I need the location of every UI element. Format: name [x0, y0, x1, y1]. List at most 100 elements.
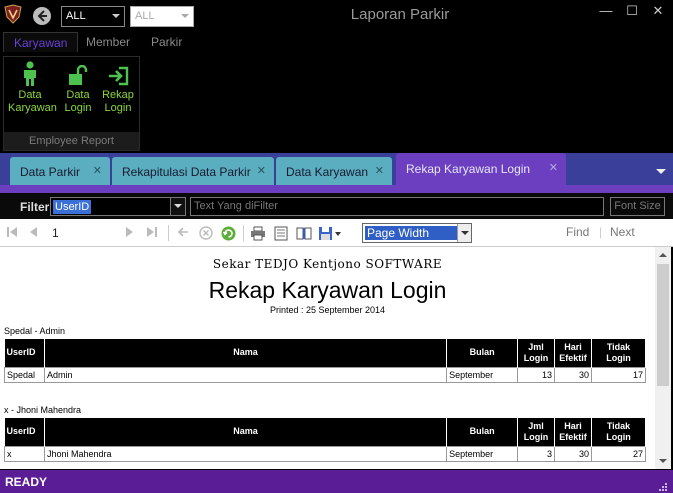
- filter-field-select[interactable]: UserID: [50, 197, 186, 216]
- table-header-row: UserID Nama Bulan Jml Login Hari Efektif…: [4, 339, 646, 367]
- tab-rekap-karyawan-login[interactable]: Rekap Karyawan Login ✕: [396, 153, 566, 185]
- document-tab-strip: Data Parkir ✕ Rekapitulasi Data Parkir ✕…: [0, 153, 673, 185]
- first-page-icon[interactable]: [6, 226, 18, 241]
- table-header-row: UserID Nama Bulan Jml Login Hari Efektif…: [4, 418, 646, 446]
- toolbar-divider: [243, 225, 244, 241]
- column-header-tidak-login: Tidak Login: [591, 339, 646, 367]
- column-header-hari-efektif: Hari Efektif: [554, 339, 593, 367]
- title-bar: ALL ALL Laporan Parkir — ☐ ✕: [0, 0, 673, 30]
- find-next-button[interactable]: Next: [610, 225, 635, 239]
- rekap-login-button[interactable]: Rekap Login: [96, 59, 140, 115]
- ribbon-group-label: Employee Report: [4, 132, 139, 150]
- cell-tidak-login: 17: [591, 366, 646, 383]
- filter-combo-secondary[interactable]: ALL: [130, 6, 194, 27]
- group-header: x - Jhoni Mahendra: [4, 405, 82, 415]
- button-label-line1: Data: [18, 89, 42, 101]
- zoom-value: Page Width: [365, 226, 457, 240]
- column-header-nama: Nama: [44, 339, 448, 367]
- group-header: Spedal - Admin: [4, 326, 66, 336]
- maximize-button[interactable]: ☐: [620, 3, 644, 23]
- chevron-down-icon[interactable]: [170, 198, 185, 215]
- login-arrow-icon: [96, 59, 140, 87]
- export-save-icon[interactable]: [318, 226, 342, 244]
- window-title: Laporan Parkir: [350, 6, 450, 23]
- column-header-nama: Nama: [44, 418, 448, 446]
- tab-data-parkir[interactable]: Data Parkir ✕: [10, 157, 110, 185]
- font-size-button[interactable]: Font Size: [610, 197, 665, 216]
- previous-page-icon[interactable]: [28, 226, 38, 241]
- column-header-jml-login: Jml Login: [517, 418, 556, 446]
- filter-text-input[interactable]: Text Yang diFilter: [190, 197, 604, 216]
- find-button[interactable]: Find: [566, 225, 589, 239]
- close-icon[interactable]: ✕: [93, 164, 102, 177]
- page-setup-icon[interactable]: [296, 226, 312, 244]
- filter-combo-primary[interactable]: ALL: [61, 6, 125, 27]
- toolbar-divider: [168, 225, 169, 241]
- data-login-button[interactable]: Data Login: [56, 59, 100, 115]
- report-company-name: Sekar TEDJO Kentjono SOFTWARE: [212, 257, 443, 271]
- tab-list-dropdown-icon[interactable]: [656, 169, 666, 174]
- table-row: Spedal Admin September 13 30 17: [4, 366, 646, 383]
- report-printed-date: Printed : 25 September 2014: [269, 305, 386, 315]
- scroll-up-icon[interactable]: [659, 253, 667, 257]
- report-table: UserID Nama Bulan Jml Login Hari Efektif…: [4, 418, 646, 462]
- cell-userid: Spedal: [4, 366, 45, 383]
- close-icon[interactable]: ✕: [257, 164, 266, 177]
- back-to-parent-icon[interactable]: [177, 226, 189, 241]
- report-toolbar: 1 Page Width Find | Next: [0, 219, 673, 247]
- page-number-input[interactable]: 1: [52, 226, 59, 240]
- status-bar: READY: [0, 470, 673, 493]
- scrollbar-thumb[interactable]: [657, 264, 669, 386]
- print-icon[interactable]: [250, 226, 266, 244]
- combo-value: ALL: [135, 10, 155, 22]
- status-text: READY: [5, 475, 48, 489]
- tab-label: Rekap Karyawan Login: [406, 162, 531, 176]
- cell-tidak-login: 27: [591, 445, 646, 462]
- next-page-icon[interactable]: [125, 226, 135, 241]
- chevron-down-icon: [112, 14, 120, 18]
- cell-nama: Jhoni Mahendra: [43, 445, 448, 462]
- report-viewer: Sekar TEDJO Kentjono SOFTWARE Rekap Kary…: [0, 247, 655, 469]
- tab-member[interactable]: Member: [76, 32, 140, 52]
- close-icon[interactable]: ✕: [549, 161, 558, 174]
- cell-bulan: September: [446, 366, 519, 383]
- close-icon[interactable]: ✕: [375, 164, 384, 177]
- cell-hari-efektif: 30: [554, 366, 593, 383]
- table-row: x Jhoni Mahendra September 3 30 27: [4, 445, 646, 462]
- tab-data-karyawan[interactable]: Data Karyawan ✕: [276, 157, 392, 185]
- column-header-bulan: Bulan: [446, 418, 519, 446]
- cell-userid: x: [4, 445, 45, 462]
- app-logo-icon[interactable]: [3, 4, 23, 24]
- page-layout-icon[interactable]: [274, 226, 288, 244]
- tab-rekapitulasi-data-parkir[interactable]: Rekapitulasi Data Parkir ✕: [112, 157, 274, 185]
- stop-icon[interactable]: [199, 226, 213, 243]
- chevron-down-icon[interactable]: [457, 224, 471, 242]
- column-header-bulan: Bulan: [446, 339, 519, 367]
- scroll-down-icon[interactable]: [659, 459, 667, 463]
- column-header-jml-login: Jml Login: [517, 339, 556, 367]
- close-button[interactable]: ✕: [646, 3, 670, 23]
- refresh-icon[interactable]: [221, 226, 236, 244]
- back-arrow-icon[interactable]: [33, 7, 51, 25]
- filter-bar: Filter UserID Text Yang diFilter Font Si…: [0, 185, 673, 219]
- resize-grip-icon[interactable]: [659, 483, 667, 491]
- filter-field-value: UserID: [53, 200, 92, 214]
- report-scrollbar[interactable]: [655, 247, 671, 469]
- tab-label: Data Karyawan: [286, 165, 369, 179]
- chevron-down-icon: [181, 14, 189, 18]
- ribbon-panel: Data Karyawan Data Login Rekap Login Emp…: [0, 52, 673, 153]
- last-page-icon[interactable]: [146, 226, 158, 241]
- minimize-button[interactable]: —: [594, 3, 618, 23]
- cell-jml-login: 13: [517, 366, 556, 383]
- unlock-icon: [56, 59, 100, 87]
- button-label-line1: Rekap: [102, 89, 134, 101]
- data-karyawan-button[interactable]: Data Karyawan: [8, 59, 57, 115]
- column-header-userid: UserID: [4, 339, 45, 367]
- column-header-userid: UserID: [4, 418, 45, 446]
- filter-label: Filter: [20, 200, 50, 214]
- zoom-select[interactable]: Page Width: [362, 223, 472, 243]
- tab-karyawan[interactable]: Karyawan: [3, 32, 79, 52]
- report-table: UserID Nama Bulan Jml Login Hari Efektif…: [4, 339, 646, 383]
- person-icon: [8, 59, 52, 87]
- tab-parkir[interactable]: Parkir: [141, 32, 192, 52]
